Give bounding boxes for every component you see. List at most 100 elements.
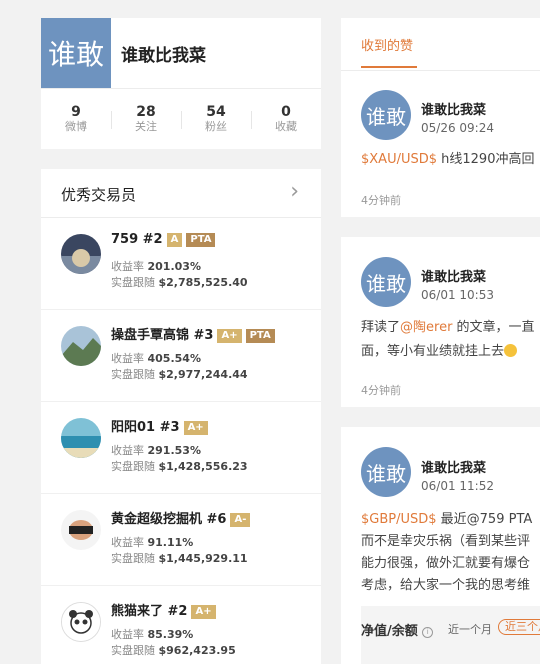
post-user[interactable]: 谁敢比我菜 [421, 266, 486, 285]
trader-name[interactable]: 759 #2 A PTA [111, 232, 216, 247]
post-avatar[interactable]: 谁敢 [361, 257, 411, 307]
netvalue-label: 净值/余额 i [361, 620, 434, 639]
grade-badge: A+ [183, 421, 208, 435]
symbol-tag[interactable]: $XAU/USD$ [361, 152, 437, 167]
trader-yield: 收益率 405.54% [111, 350, 201, 366]
trader-avatar[interactable] [61, 234, 101, 274]
post-body: 拜读了 [361, 320, 401, 335]
active-tab-indicator [361, 66, 417, 68]
yield-value: 91.11% [147, 536, 194, 549]
profile-name[interactable]: 谁敢比我菜 [121, 41, 206, 66]
post-time: 05/26 09:24 [421, 121, 494, 135]
post-avatar[interactable]: 谁敢 [361, 90, 411, 140]
follow-value: $1,428,556.23 [158, 460, 248, 473]
stat-favorites[interactable]: 0 收藏 [251, 89, 321, 150]
trader-avatar[interactable] [61, 510, 101, 550]
symbol-tag[interactable]: $GBP/USD$ [361, 512, 437, 527]
post-body: h线1290冲高回 [437, 152, 535, 167]
yield-label: 收益率 [111, 444, 144, 457]
post-text-line: 能力很强，做外汇就要有爆仓 [361, 556, 531, 571]
follow-label: 实盘跟随 [111, 552, 155, 565]
info-icon[interactable]: i [422, 627, 434, 638]
follow-label: 实盘跟随 [111, 276, 155, 289]
pta-badge: PTA [245, 329, 275, 343]
stat-followers[interactable]: 54 粉丝 [181, 89, 251, 150]
post-meta: 4分钟前 [361, 384, 401, 397]
pta-badge: PTA [186, 233, 216, 247]
tab-likes-received[interactable]: 收到的赞 [361, 35, 413, 54]
post-text-line: 拜读了@陶erer 的文章，一直 [361, 317, 535, 339]
grin-emoji-icon [504, 344, 518, 357]
trader-name-text: 操盘手覃高锦 #3 [111, 328, 214, 343]
post-avatar[interactable]: 谁敢 [361, 447, 411, 497]
yield-label: 收益率 [111, 352, 144, 365]
stat-value: 28 [136, 104, 156, 120]
post-body: 面，等小有业绩就挂上去 [361, 344, 505, 359]
trader-yield: 收益率 291.53% [111, 442, 201, 458]
grade-badge: A+ [217, 329, 242, 343]
trader-item[interactable]: 黄金超级挖掘机 #6 A- 收益率 91.11% 实盘跟随 $1,445,929.… [41, 494, 321, 586]
avatar[interactable]: 谁敢 [41, 18, 111, 88]
mention-link[interactable]: @陶erer [400, 320, 452, 335]
yield-value: 405.54% [147, 352, 201, 365]
trader-yield: 收益率 85.39% [111, 626, 193, 642]
post-text-line: 而不是幸灾乐祸（看到某些评 [361, 534, 531, 549]
post-text-line: 考虑，给大家一个我的思考维 [361, 578, 531, 593]
trader-name[interactable]: 操盘手覃高锦 #3 A+ PTA [111, 324, 275, 343]
top-traders-card: 优秀交易员 › 759 #2 A PTA 收益率 201.03% 实盘跟随 $2,7… [41, 169, 321, 664]
feed-post: 谁敢 谁敢比我菜 05/26 09:24 $XAU/USD$ h线1290冲高回… [341, 71, 540, 217]
netvalue-label-text: 净值/余额 [361, 624, 418, 639]
trader-avatar[interactable] [61, 326, 101, 366]
post-time: 06/01 11:52 [421, 479, 494, 493]
trader-item[interactable]: 操盘手覃高锦 #3 A+ PTA 收益率 405.54% 实盘跟随 $2,977,2… [41, 310, 321, 402]
grade-badge: A [166, 233, 183, 247]
post-text: $XAU/USD$ h线1290冲高回 [361, 149, 534, 171]
trader-yield: 收益率 91.11% [111, 534, 193, 550]
post-body: 的文章，一直 [452, 320, 535, 335]
stat-value: 54 [206, 104, 226, 120]
period-one-month[interactable]: 近一个月 [448, 621, 492, 637]
traders-title: 优秀交易员 [61, 186, 137, 204]
trader-avatar[interactable] [61, 418, 101, 458]
post-user[interactable]: 谁敢比我菜 [421, 99, 486, 118]
post-text-line: 面，等小有业绩就挂上去 [361, 341, 518, 363]
yield-value: 201.03% [147, 260, 201, 273]
trader-name[interactable]: 熊猫来了 #2 A+ [111, 600, 216, 619]
trader-item[interactable]: 熊猫来了 #2 A+ 收益率 85.39% 实盘跟随 $962,423.95 [41, 586, 321, 664]
post-meta: 4分钟前 [361, 194, 401, 207]
period-three-months[interactable]: 近三个月 [498, 619, 540, 635]
stat-following[interactable]: 28 关注 [111, 89, 181, 150]
trader-item[interactable]: 759 #2 A PTA 收益率 201.03% 实盘跟随 $2,785,525.4… [41, 218, 321, 310]
post-text-line: $GBP/USD$ 最近@759 PTA [361, 509, 532, 531]
trader-follow: 实盘跟随 $2,785,525.40 [111, 274, 248, 290]
profile-stats: 9 微博 28 关注 54 粉丝 0 收藏 [41, 88, 321, 150]
trader-follow: 实盘跟随 $962,423.95 [111, 642, 236, 658]
trader-item[interactable]: 阳阳01 #3 A+ 收益率 291.53% 实盘跟随 $1,428,556.23 [41, 402, 321, 494]
stat-posts[interactable]: 9 微博 [41, 89, 111, 150]
post-body: 最近@759 PTA [436, 512, 533, 527]
post-time: 06/01 10:53 [421, 288, 494, 302]
trader-name[interactable]: 黄金超级挖掘机 #6 A- [111, 508, 251, 527]
yield-label: 收益率 [111, 628, 144, 641]
trader-name-text: 阳阳01 #3 [111, 420, 180, 435]
grade-badge: A- [230, 513, 251, 527]
trader-name-text: 黄金超级挖掘机 #6 [111, 512, 227, 527]
traders-header[interactable]: 优秀交易员 › [41, 169, 321, 218]
trader-yield: 收益率 201.03% [111, 258, 201, 274]
post-user[interactable]: 谁敢比我菜 [421, 457, 486, 476]
follow-value: $2,785,525.40 [158, 276, 248, 289]
trader-avatar[interactable] [61, 602, 101, 642]
yield-value: 291.53% [147, 444, 201, 457]
yield-label: 收益率 [111, 260, 144, 273]
stat-value: 0 [281, 104, 291, 120]
trader-name[interactable]: 阳阳01 #3 A+ [111, 416, 208, 435]
follow-label: 实盘跟随 [111, 644, 155, 657]
follow-label: 实盘跟随 [111, 368, 155, 381]
trader-follow: 实盘跟随 $2,977,244.44 [111, 366, 248, 382]
yield-value: 85.39% [147, 628, 194, 641]
follow-value: $2,977,244.44 [158, 368, 248, 381]
follow-value: $962,423.95 [158, 644, 236, 657]
feed-post: 谁敢 谁敢比我菜 06/01 10:53 拜读了@陶erer 的文章，一直 面，… [341, 237, 540, 407]
feed-post: 谁敢 谁敢比我菜 06/01 11:52 $GBP/USD$ 最近@759 PT… [341, 427, 540, 664]
chevron-right-icon[interactable]: › [290, 181, 299, 203]
